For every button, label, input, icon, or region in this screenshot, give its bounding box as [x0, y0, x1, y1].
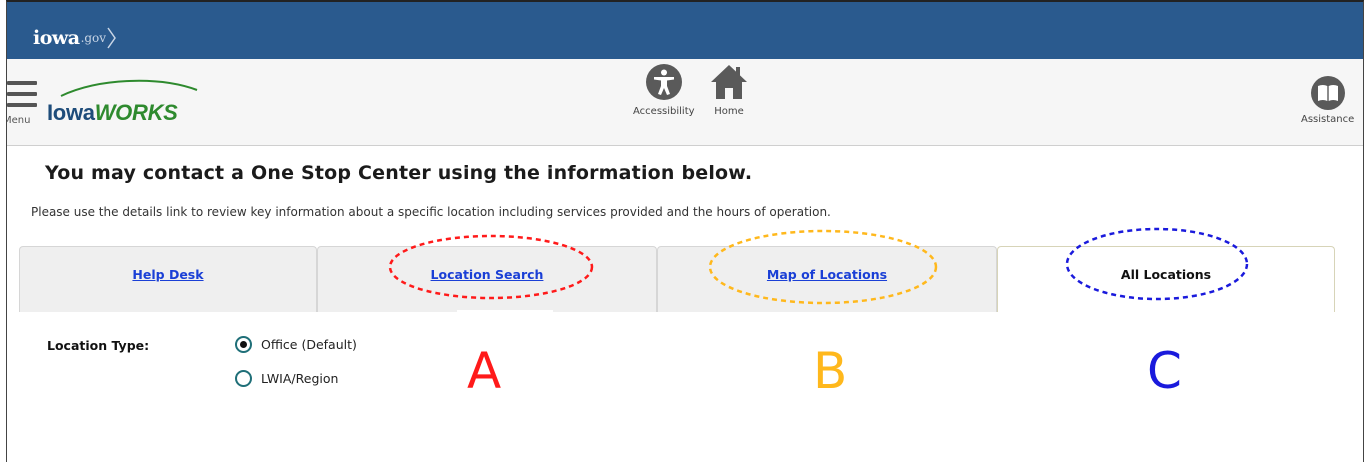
book-icon	[1310, 76, 1345, 110]
gov-logo-main: iowa	[33, 27, 80, 49]
accessibility-link[interactable]: Accessibility	[633, 63, 695, 117]
page-heading: You may contact a One Stop Center using …	[45, 162, 753, 184]
tab-help-desk[interactable]: Help Desk	[19, 246, 317, 312]
radio-checked-icon[interactable]	[235, 336, 252, 353]
logo-swoosh-icon	[60, 79, 198, 97]
tab-label: All Locations	[1120, 267, 1212, 282]
browser-frame: iowa .gov Menu IowaWORKS	[6, 0, 1364, 462]
site-header: Menu IowaWORKS Accessibility Home	[7, 59, 1363, 146]
annotation-letter-c: C	[1147, 342, 1182, 400]
location-type-label: Location Type:	[47, 338, 150, 353]
home-label: Home	[714, 106, 744, 117]
tab-all-locations[interactable]: All Locations	[997, 246, 1335, 312]
menu-button[interactable]: Menu	[7, 81, 43, 131]
tab-map-of-locations[interactable]: Map of Locations	[657, 246, 997, 312]
gov-logo-suffix: .gov	[80, 31, 107, 45]
iowaworks-logo[interactable]: IowaWORKS	[39, 76, 209, 136]
radio-unchecked-icon[interactable]	[235, 370, 252, 387]
tab-label[interactable]: Help Desk	[132, 267, 203, 282]
home-icon	[711, 65, 747, 99]
chevron-right-icon	[107, 27, 116, 49]
iowa-gov-logo[interactable]: iowa .gov	[33, 25, 117, 51]
hamburger-icon	[7, 81, 37, 85]
hamburger-bar	[7, 92, 37, 96]
radio-office-default[interactable]: Office (Default)	[235, 336, 357, 353]
annotation-letter-b: B	[813, 342, 848, 400]
accessibility-icon	[645, 64, 682, 100]
assistance-label: Assistance	[1301, 114, 1355, 125]
page-subtext: Please use the details link to review ke…	[31, 205, 831, 219]
assistance-link[interactable]: Assistance	[1301, 75, 1354, 125]
tab-focus-gap	[457, 310, 553, 314]
brand-name: IowaWORKS	[47, 100, 178, 126]
radio-label: Office (Default)	[261, 337, 357, 352]
tab-label[interactable]: Map of Locations	[767, 267, 887, 282]
annotation-letter-a: A	[467, 342, 502, 400]
brand-name-works: WORKS	[94, 100, 178, 125]
hamburger-bar	[7, 103, 37, 107]
location-tabs: Help Desk Location Search Map of Locatio…	[19, 246, 1335, 314]
gov-bar: iowa .gov	[7, 2, 1363, 59]
menu-label: Menu	[7, 115, 31, 126]
radio-lwia-region[interactable]: LWIA/Region	[235, 370, 338, 387]
home-link[interactable]: Home	[710, 63, 748, 117]
tab-location-search[interactable]: Location Search	[317, 246, 657, 312]
brand-name-iowa: Iowa	[47, 100, 95, 125]
accessibility-label: Accessibility	[633, 106, 695, 117]
tab-label[interactable]: Location Search	[431, 267, 544, 282]
radio-label: LWIA/Region	[261, 371, 339, 386]
